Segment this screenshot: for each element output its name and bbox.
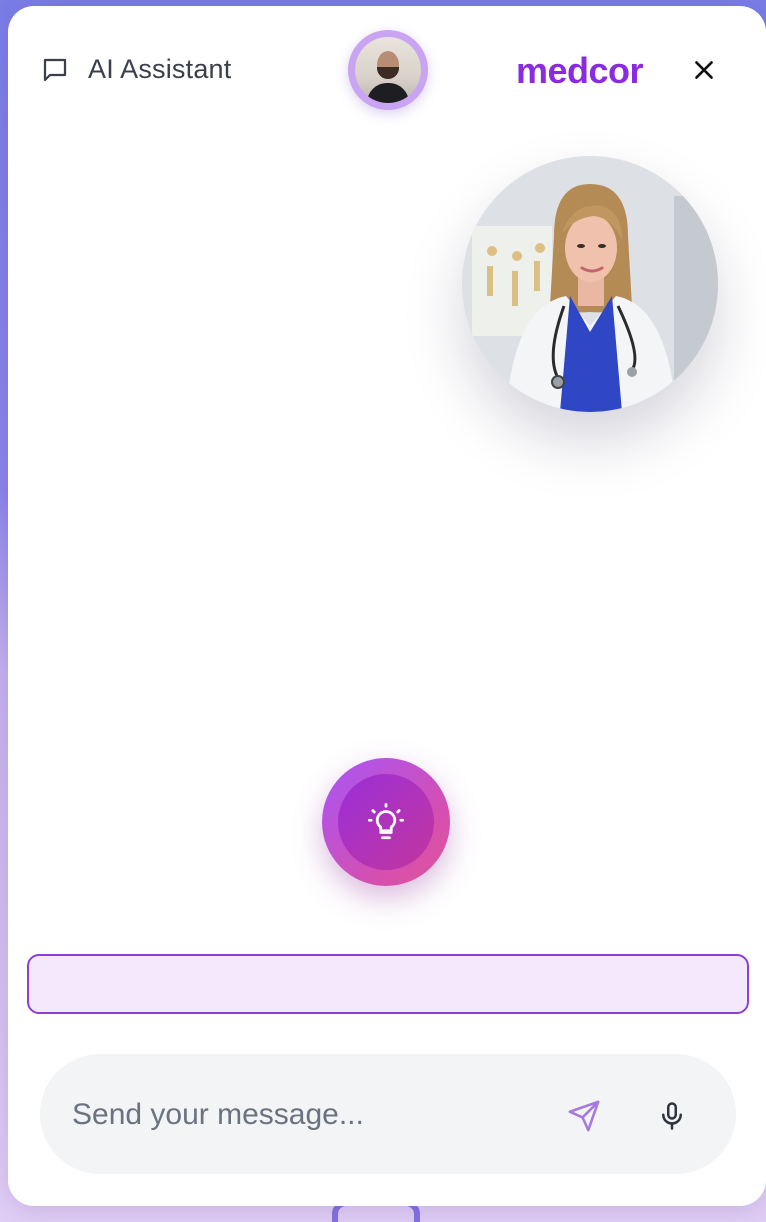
message-composer: [40, 1054, 736, 1174]
header-title: AI Assistant: [88, 54, 232, 84]
doctor-avatar: [462, 156, 718, 412]
brand-logo: medcor: [516, 50, 644, 91]
assistant-button[interactable]: [322, 758, 450, 886]
microphone-icon: [662, 1102, 682, 1130]
lightbulb-icon: [367, 803, 405, 840]
chat-bubble-icon: [40, 55, 70, 85]
microphone-button[interactable]: [652, 1096, 692, 1136]
close-button[interactable]: [688, 54, 720, 86]
chat-header: AI Assistant medcor: [8, 6, 766, 126]
transcript-bar: [27, 954, 749, 1014]
message-input[interactable]: [72, 1090, 532, 1140]
chat-panel: AI Assistant medcor: [8, 6, 766, 1206]
close-icon: [695, 61, 713, 79]
header-title-group: AI Assistant: [40, 54, 231, 85]
send-button[interactable]: [564, 1096, 604, 1136]
user-avatar[interactable]: [348, 30, 428, 110]
send-icon: [568, 1100, 600, 1132]
